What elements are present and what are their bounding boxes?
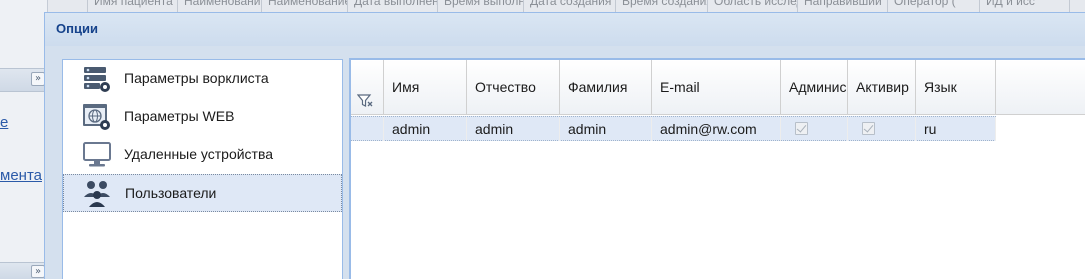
column-header-email[interactable]: E-mail <box>652 60 781 115</box>
background-link[interactable]: мента <box>0 167 42 184</box>
background-column-header[interactable]: Оператор ( <box>888 0 980 12</box>
background-column-header[interactable]: Направивший <box>798 0 888 12</box>
cell-language: ru <box>916 117 996 141</box>
filter-icon <box>357 94 373 107</box>
background-column-header[interactable]: Время выполнения <box>438 0 524 12</box>
background-column-header[interactable]: ИД и исс <box>980 0 1070 12</box>
column-header-last-name[interactable]: Фамилия <box>560 60 652 115</box>
background-column-header[interactable]: Область исследования <box>708 0 798 12</box>
users-grid: Имя Отчество Фамилия E-mail Админис Акти… <box>349 58 1085 279</box>
nav-item-web-settings[interactable]: Параметры WEB <box>63 98 342 136</box>
grid-header-row: Имя Отчество Фамилия E-mail Админис Акти… <box>351 60 996 115</box>
column-header-language[interactable]: Язык <box>916 60 996 115</box>
nav-item-worklist-settings[interactable]: Параметры ворклиста <box>63 60 342 98</box>
nav-item-label: Пользователи <box>125 185 217 201</box>
background-column-header[interactable] <box>48 0 88 12</box>
background-column-header[interactable]: Имя пациента <box>88 0 178 12</box>
background-column-header[interactable]: Наименование <box>262 0 348 12</box>
collapse-icon[interactable]: » <box>31 265 45 278</box>
grid-header-filler <box>996 60 1085 115</box>
users-icon <box>84 181 110 207</box>
nav-item-label: Параметры ворклиста <box>124 70 269 86</box>
background-column-header[interactable]: Дата выполнения <box>348 0 438 12</box>
screen: » е мента » Имя пациента Наименование На… <box>0 0 1085 279</box>
row-filter-cell <box>351 117 384 141</box>
monitor-icon <box>83 142 111 167</box>
collapse-icon[interactable]: » <box>31 72 45 86</box>
cell-last-name: admin <box>560 117 652 141</box>
nav-item-users[interactable]: Пользователи <box>63 174 342 212</box>
nav-item-label: Удаленные устройства <box>124 146 274 162</box>
nav-item-remote-devices[interactable]: Удаленные устройства <box>63 136 342 174</box>
table-row[interactable]: admin admin admin admin@rw.com ru <box>351 116 996 141</box>
background-link[interactable]: е <box>0 114 8 131</box>
column-filter-button[interactable] <box>351 60 384 115</box>
background-left-panel <box>0 0 48 279</box>
web-settings-icon <box>83 104 110 130</box>
background-column-header[interactable]: Время создания <box>616 0 708 12</box>
options-nav-panel: Параметры ворклиста Параметры WEB Удален… <box>62 59 343 279</box>
dialog-title-bar[interactable]: Опции <box>45 13 1085 46</box>
column-header-admin[interactable]: Админис <box>781 60 848 115</box>
admin-checkbox[interactable] <box>795 122 808 135</box>
column-header-middle-name[interactable]: Отчество <box>467 60 560 115</box>
cell-email: admin@rw.com <box>652 117 781 141</box>
background-grid-header: Имя пациента Наименование Наименование Д… <box>48 0 1085 12</box>
background-column-header[interactable]: Дата создания <box>524 0 616 12</box>
active-checkbox[interactable] <box>862 122 875 135</box>
column-header-active[interactable]: Активир <box>848 60 916 115</box>
nav-item-label: Параметры WEB <box>124 108 235 124</box>
options-dialog: Опции Параметры ворклиста Параметры WEB … <box>44 12 1085 279</box>
worklist-settings-icon <box>84 67 110 92</box>
dialog-title: Опции <box>56 21 98 36</box>
cell-first-name: admin <box>384 117 467 141</box>
cell-active <box>848 117 916 141</box>
column-header-first-name[interactable]: Имя <box>384 60 467 115</box>
cell-middle-name: admin <box>467 117 560 141</box>
background-column-header[interactable]: Наименование <box>178 0 262 12</box>
cell-admin <box>781 117 848 141</box>
